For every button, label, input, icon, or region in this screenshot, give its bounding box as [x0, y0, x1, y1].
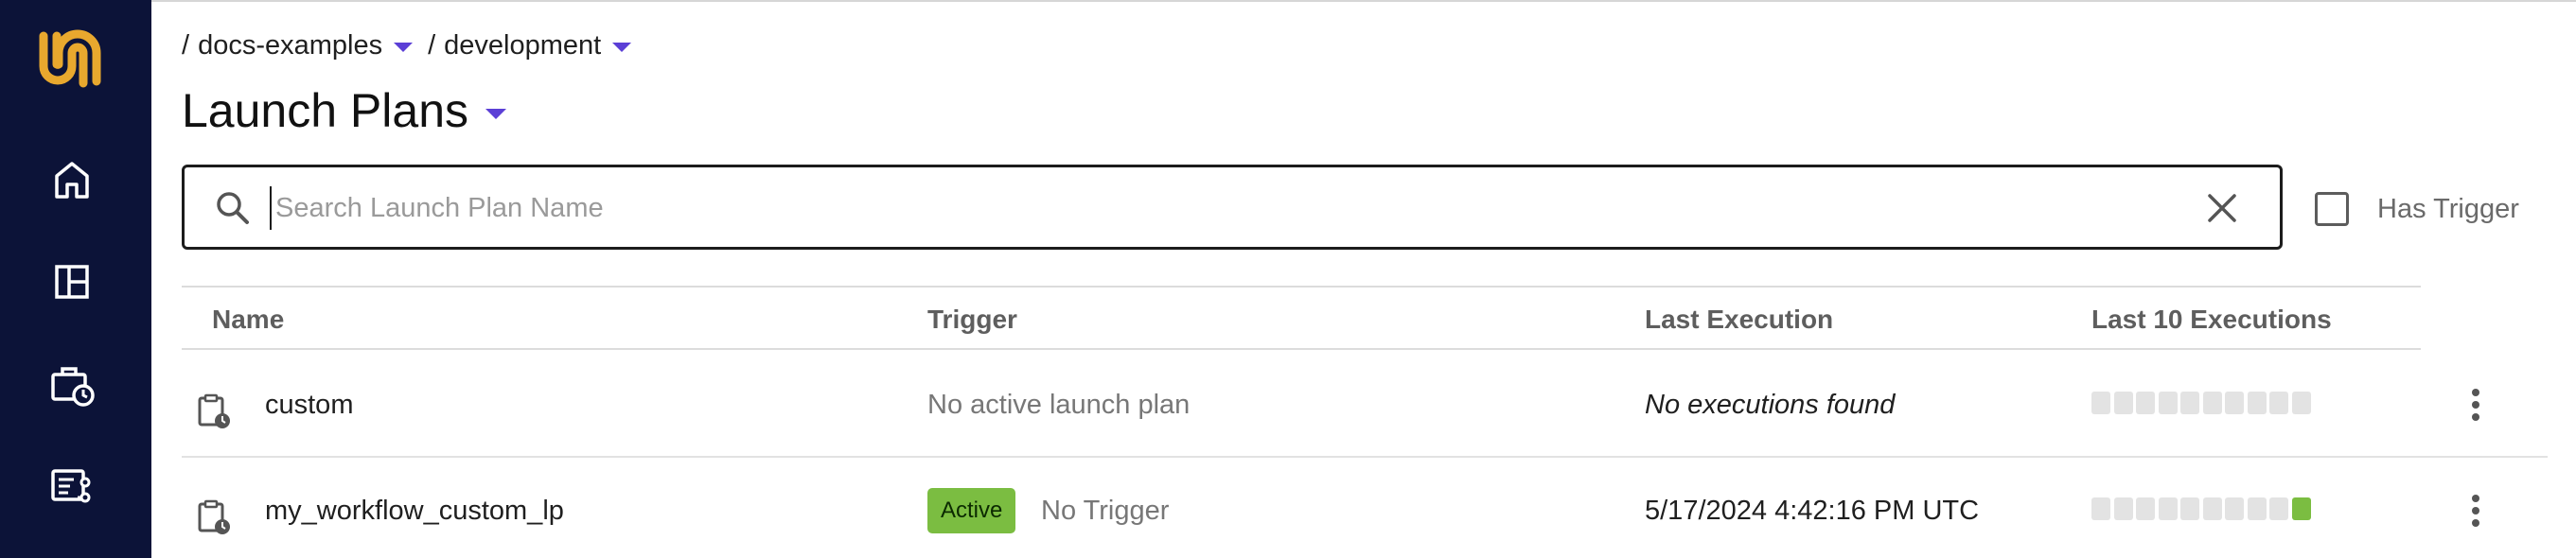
execution-status-bar	[2091, 497, 2110, 520]
execution-status-bar	[2180, 497, 2199, 520]
table-row[interactable]: custom No active launch plan No executio…	[182, 352, 2548, 458]
last-10-executions	[2091, 497, 2314, 520]
execution-status-bar[interactable]	[2291, 497, 2311, 520]
domain-dropdown-icon[interactable]	[612, 43, 632, 52]
execution-status-bar	[2158, 497, 2178, 520]
more-options-icon[interactable]	[2464, 386, 2487, 424]
more-options-icon[interactable]	[2464, 492, 2487, 530]
launch-plan-name[interactable]: my_workflow_custom_lp	[265, 496, 564, 527]
execution-status-bar	[2113, 392, 2133, 414]
trigger-text: No active launch plan	[927, 390, 1191, 420]
execution-status-bar	[2091, 392, 2110, 414]
execution-status-bar	[2269, 497, 2288, 520]
column-header-name[interactable]: Name	[212, 305, 284, 335]
execution-status-bar	[2247, 497, 2267, 520]
dashboard-icon[interactable]	[47, 257, 97, 306]
execution-status-bar	[2136, 497, 2155, 520]
last-10-executions	[2091, 392, 2314, 414]
execution-status-bar	[2247, 392, 2267, 414]
execution-status-bar	[2291, 392, 2311, 414]
search-input[interactable]	[270, 186, 2162, 230]
execution-status-bar	[2225, 497, 2244, 520]
execution-status-bar	[2180, 392, 2199, 414]
launch-plan-icon	[195, 497, 233, 535]
has-trigger-filter: Has Trigger	[2315, 189, 2519, 229]
launch-plan-name[interactable]: custom	[265, 390, 353, 421]
execution-status-bar	[2136, 392, 2155, 414]
table-row[interactable]: my_workflow_custom_lp Active No Trigger …	[182, 458, 2548, 558]
column-header-last-10-executions[interactable]: Last 10 Executions	[2091, 305, 2332, 335]
last-execution-text[interactable]: 5/17/2024 4:42:16 PM UTC	[1645, 496, 1979, 527]
execution-status-bar	[2225, 392, 2244, 414]
launch-plan-icon	[195, 392, 233, 429]
execution-status-bar	[2113, 497, 2133, 520]
clear-search-icon[interactable]	[2202, 188, 2242, 228]
search-icon	[213, 188, 253, 228]
top-border	[0, 0, 2576, 2]
scheduled-briefcase-icon[interactable]	[47, 359, 97, 409]
execution-status-bar	[2202, 497, 2222, 520]
logo-icon[interactable]	[38, 26, 102, 91]
breadcrumb-project[interactable]: docs-examples	[198, 30, 382, 61]
status-badge: Active	[927, 488, 1016, 533]
table-header-divider	[182, 348, 2421, 350]
project-dropdown-icon[interactable]	[394, 43, 414, 52]
breadcrumb: / docs-examples / development	[182, 26, 646, 64]
execution-status-bar	[2202, 392, 2222, 414]
status-badge-label: Active	[941, 497, 1003, 523]
breadcrumb-separator: /	[428, 29, 436, 61]
search-box	[182, 165, 2283, 250]
has-trigger-label[interactable]: Has Trigger	[2377, 194, 2519, 225]
execution-status-bar	[2269, 392, 2288, 414]
last-execution-text: No executions found	[1645, 390, 1896, 420]
sidebar	[0, 0, 151, 558]
table-header: Name Trigger Last Execution Last 10 Exec…	[182, 293, 2421, 346]
home-icon[interactable]	[47, 155, 97, 204]
page-title-row: Launch Plans	[182, 81, 507, 140]
trigger-text: No Trigger	[1041, 496, 1170, 526]
column-header-last-execution[interactable]: Last Execution	[1645, 305, 1833, 335]
has-trigger-checkbox[interactable]	[2315, 192, 2349, 226]
execution-status-bar	[2158, 392, 2178, 414]
breadcrumb-domain[interactable]: development	[444, 30, 601, 61]
table-top-divider	[182, 286, 2421, 288]
column-header-trigger[interactable]: Trigger	[927, 305, 1017, 335]
page-title: Launch Plans	[182, 84, 469, 137]
task-list-icon[interactable]	[47, 462, 97, 511]
title-dropdown-icon[interactable]	[485, 108, 507, 119]
breadcrumb-separator: /	[182, 29, 190, 61]
